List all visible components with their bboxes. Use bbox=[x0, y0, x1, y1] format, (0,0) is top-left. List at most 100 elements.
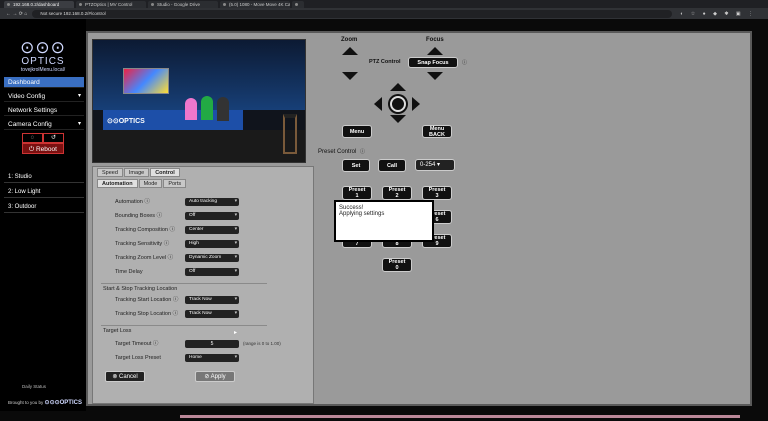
sidebar-item-dashboard[interactable]: Dashboard bbox=[4, 77, 84, 88]
new-tab-button[interactable]: + bbox=[292, 1, 304, 8]
sidebar-preset-studio[interactable]: 1: Studio bbox=[4, 172, 84, 183]
ptz-home-button[interactable] bbox=[390, 96, 406, 112]
target-timeout-hint: (range is 0 to 1.00) bbox=[243, 341, 281, 346]
field-tracking-sensitivity: Tracking Sensitivity ⓘ High bbox=[101, 239, 311, 249]
person bbox=[185, 98, 197, 120]
preset-2-button[interactable]: Preset 2 bbox=[382, 186, 412, 200]
tracking-sensitivity-select[interactable]: High bbox=[185, 240, 239, 248]
target-timeout-input[interactable]: 5 bbox=[185, 340, 239, 348]
sidebar-item-video-config[interactable]: Video Config ▾ bbox=[4, 91, 84, 102]
field-label: Automation ⓘ bbox=[115, 199, 150, 205]
browser-tab-mv-control[interactable]: PTZOptics | MV Control bbox=[76, 1, 146, 8]
camera-power-icon[interactable]: ◌ bbox=[22, 133, 43, 143]
sidebar-item-label: Dashboard bbox=[8, 79, 40, 86]
sidebar-preset-outdoor[interactable]: 3: Outdoor bbox=[4, 202, 84, 213]
preset-number: 2 bbox=[395, 193, 399, 199]
taskbar bbox=[0, 411, 768, 421]
preset-set-button[interactable]: Set bbox=[342, 159, 370, 172]
field-start-location: Tracking Start Location ⓘ Track Now bbox=[101, 295, 311, 305]
video-overlay-logo: ⊙⊙OPTICS bbox=[107, 118, 145, 125]
preset-number: 3 bbox=[435, 193, 439, 199]
field-automation: Automation ⓘ Auto tracking bbox=[101, 197, 311, 207]
preset-1-button[interactable]: Preset 1 bbox=[342, 186, 372, 200]
field-label: Target Timeout ⓘ bbox=[115, 341, 159, 347]
field-label: Tracking Stop Location ⓘ bbox=[115, 311, 179, 317]
focus-near-arrow-icon[interactable] bbox=[427, 47, 443, 55]
focus-far-arrow-icon[interactable] bbox=[427, 72, 443, 80]
pan-right-arrow-icon[interactable] bbox=[412, 97, 420, 111]
apply-button[interactable]: ⊘ Apply bbox=[195, 371, 235, 382]
browser-tab-camera[interactable]: (5.0) 1080 - Move Move 4K Cam bbox=[220, 1, 290, 8]
camera-video-preview[interactable]: ⊙⊙OPTICS bbox=[92, 39, 306, 163]
ptzoptics-logo: ⊙⊙⊙ OPTICS tovejkrolMenu.local/ bbox=[6, 39, 80, 73]
preset-number: 9 bbox=[435, 241, 439, 247]
pan-left-arrow-icon[interactable] bbox=[374, 97, 382, 111]
cancel-button[interactable]: ⊗ Cancel bbox=[105, 371, 145, 382]
person bbox=[201, 96, 213, 120]
browser-nav-icons[interactable]: ← → ⟳ ⌂ bbox=[6, 11, 27, 17]
target-loss-preset-select[interactable]: Home bbox=[185, 354, 239, 362]
person bbox=[217, 97, 229, 121]
success-toast: Success! Applying settings bbox=[334, 200, 434, 242]
tilt-down-arrow-icon[interactable] bbox=[390, 115, 406, 123]
extension-icons[interactable]: ◐ ☆ ● ◆ ✱ ▣ ⋮ bbox=[680, 11, 756, 17]
field-label: Tracking Composition ⓘ bbox=[115, 227, 176, 233]
logo-rings-icon: ⊙⊙⊙ bbox=[20, 38, 66, 57]
brought-by-text: Brought to you by bbox=[8, 400, 44, 405]
field-label: Target Loss Preset bbox=[115, 355, 161, 361]
bounding-boxes-select[interactable]: Off bbox=[185, 212, 239, 220]
field-label: Tracking Start Location ⓘ bbox=[115, 297, 179, 303]
tab-automation[interactable]: Automation bbox=[97, 179, 138, 188]
preset-control-label: Preset Control ⓘ bbox=[318, 148, 365, 155]
sidebar-item-label: Video Config bbox=[8, 93, 46, 100]
menu-back-button[interactable]: Menu BACK bbox=[422, 125, 452, 138]
tab-mode[interactable]: Mode bbox=[138, 179, 163, 188]
zoom-in-arrow-icon[interactable] bbox=[342, 47, 358, 55]
camera-quick-buttons: ◌ ↺ ⏻ Reboot bbox=[22, 133, 64, 154]
preset-control-text: Preset Control bbox=[318, 149, 357, 155]
reboot-button[interactable]: ⏻ Reboot bbox=[22, 143, 64, 154]
tilt-up-arrow-icon[interactable] bbox=[390, 83, 406, 91]
field-stop-location: Tracking Stop Location ⓘ Track Now bbox=[101, 309, 311, 319]
sidebar-item-camera-config[interactable]: Camera Config ▾ bbox=[4, 119, 84, 130]
time-delay-select[interactable]: Off bbox=[185, 268, 239, 276]
tracking-zoom-level-select[interactable]: Dynamic Zoom bbox=[185, 254, 239, 262]
automation-select[interactable]: Auto tracking bbox=[185, 198, 239, 206]
brought-by: Brought to you by ⊙⊙⊙OPTICS bbox=[8, 399, 82, 406]
camera-refresh-icon[interactable]: ↺ bbox=[43, 133, 64, 143]
snap-focus-info-icon[interactable]: ⓘ bbox=[462, 59, 467, 66]
tracking-composition-select[interactable]: Center bbox=[185, 226, 239, 234]
field-tracking-zoom-level: Tracking Zoom Level ⓘ Dynamic Zoom bbox=[101, 253, 311, 263]
toast-message: Applying settings bbox=[339, 211, 385, 217]
preset-0-button[interactable]: Preset 0 bbox=[382, 258, 412, 272]
snap-focus-button[interactable]: Snap Focus bbox=[408, 57, 458, 68]
browser-tab-dashboard[interactable]: 192.168.0.2/dashboard bbox=[4, 1, 74, 8]
stop-location-select[interactable]: Track Now bbox=[185, 310, 239, 318]
studio-screen bbox=[123, 68, 169, 94]
start-location-select[interactable]: Track Now bbox=[185, 296, 239, 304]
chevron-down-icon: ▾ bbox=[77, 121, 81, 127]
tab-speed[interactable]: Speed bbox=[97, 168, 123, 177]
tab-control[interactable]: Control bbox=[150, 168, 180, 177]
field-target-loss-preset: Target Loss Preset Home bbox=[101, 353, 311, 363]
daily-status[interactable]: Daily Status bbox=[14, 384, 54, 389]
tab-ports[interactable]: Ports bbox=[163, 179, 187, 188]
browser-tab-google-drive[interactable]: Studio - Google Drive bbox=[148, 1, 218, 8]
field-bounding-boxes: Bounding Boxes ⓘ Off bbox=[101, 211, 311, 221]
logo-hostname: tovejkrolMenu.local/ bbox=[20, 67, 66, 73]
field-label: Tracking Zoom Level ⓘ bbox=[115, 255, 174, 261]
zoom-out-arrow-icon[interactable] bbox=[342, 72, 358, 80]
field-label: Bounding Boxes ⓘ bbox=[115, 213, 163, 219]
sidebar-preset-low-light[interactable]: 2: Low Light bbox=[4, 187, 84, 198]
tab-image[interactable]: Image bbox=[123, 168, 150, 177]
preset-call-button[interactable]: Call bbox=[378, 159, 406, 172]
divider bbox=[101, 325, 267, 326]
menu-button[interactable]: Menu bbox=[342, 125, 372, 138]
preset-control-info-icon[interactable]: ⓘ bbox=[360, 149, 365, 155]
url-input[interactable]: Not secure 192.168.0.2/#/control bbox=[32, 9, 673, 18]
ptz-control-label: PTZ Control bbox=[369, 59, 401, 65]
preset-3-button[interactable]: Preset 3 bbox=[422, 186, 452, 200]
preset-number-select[interactable]: 0-254 ▾ bbox=[415, 159, 455, 171]
sidebar-item-network-settings[interactable]: Network Settings bbox=[4, 105, 84, 116]
chevron-down-icon: ▾ bbox=[77, 93, 81, 99]
